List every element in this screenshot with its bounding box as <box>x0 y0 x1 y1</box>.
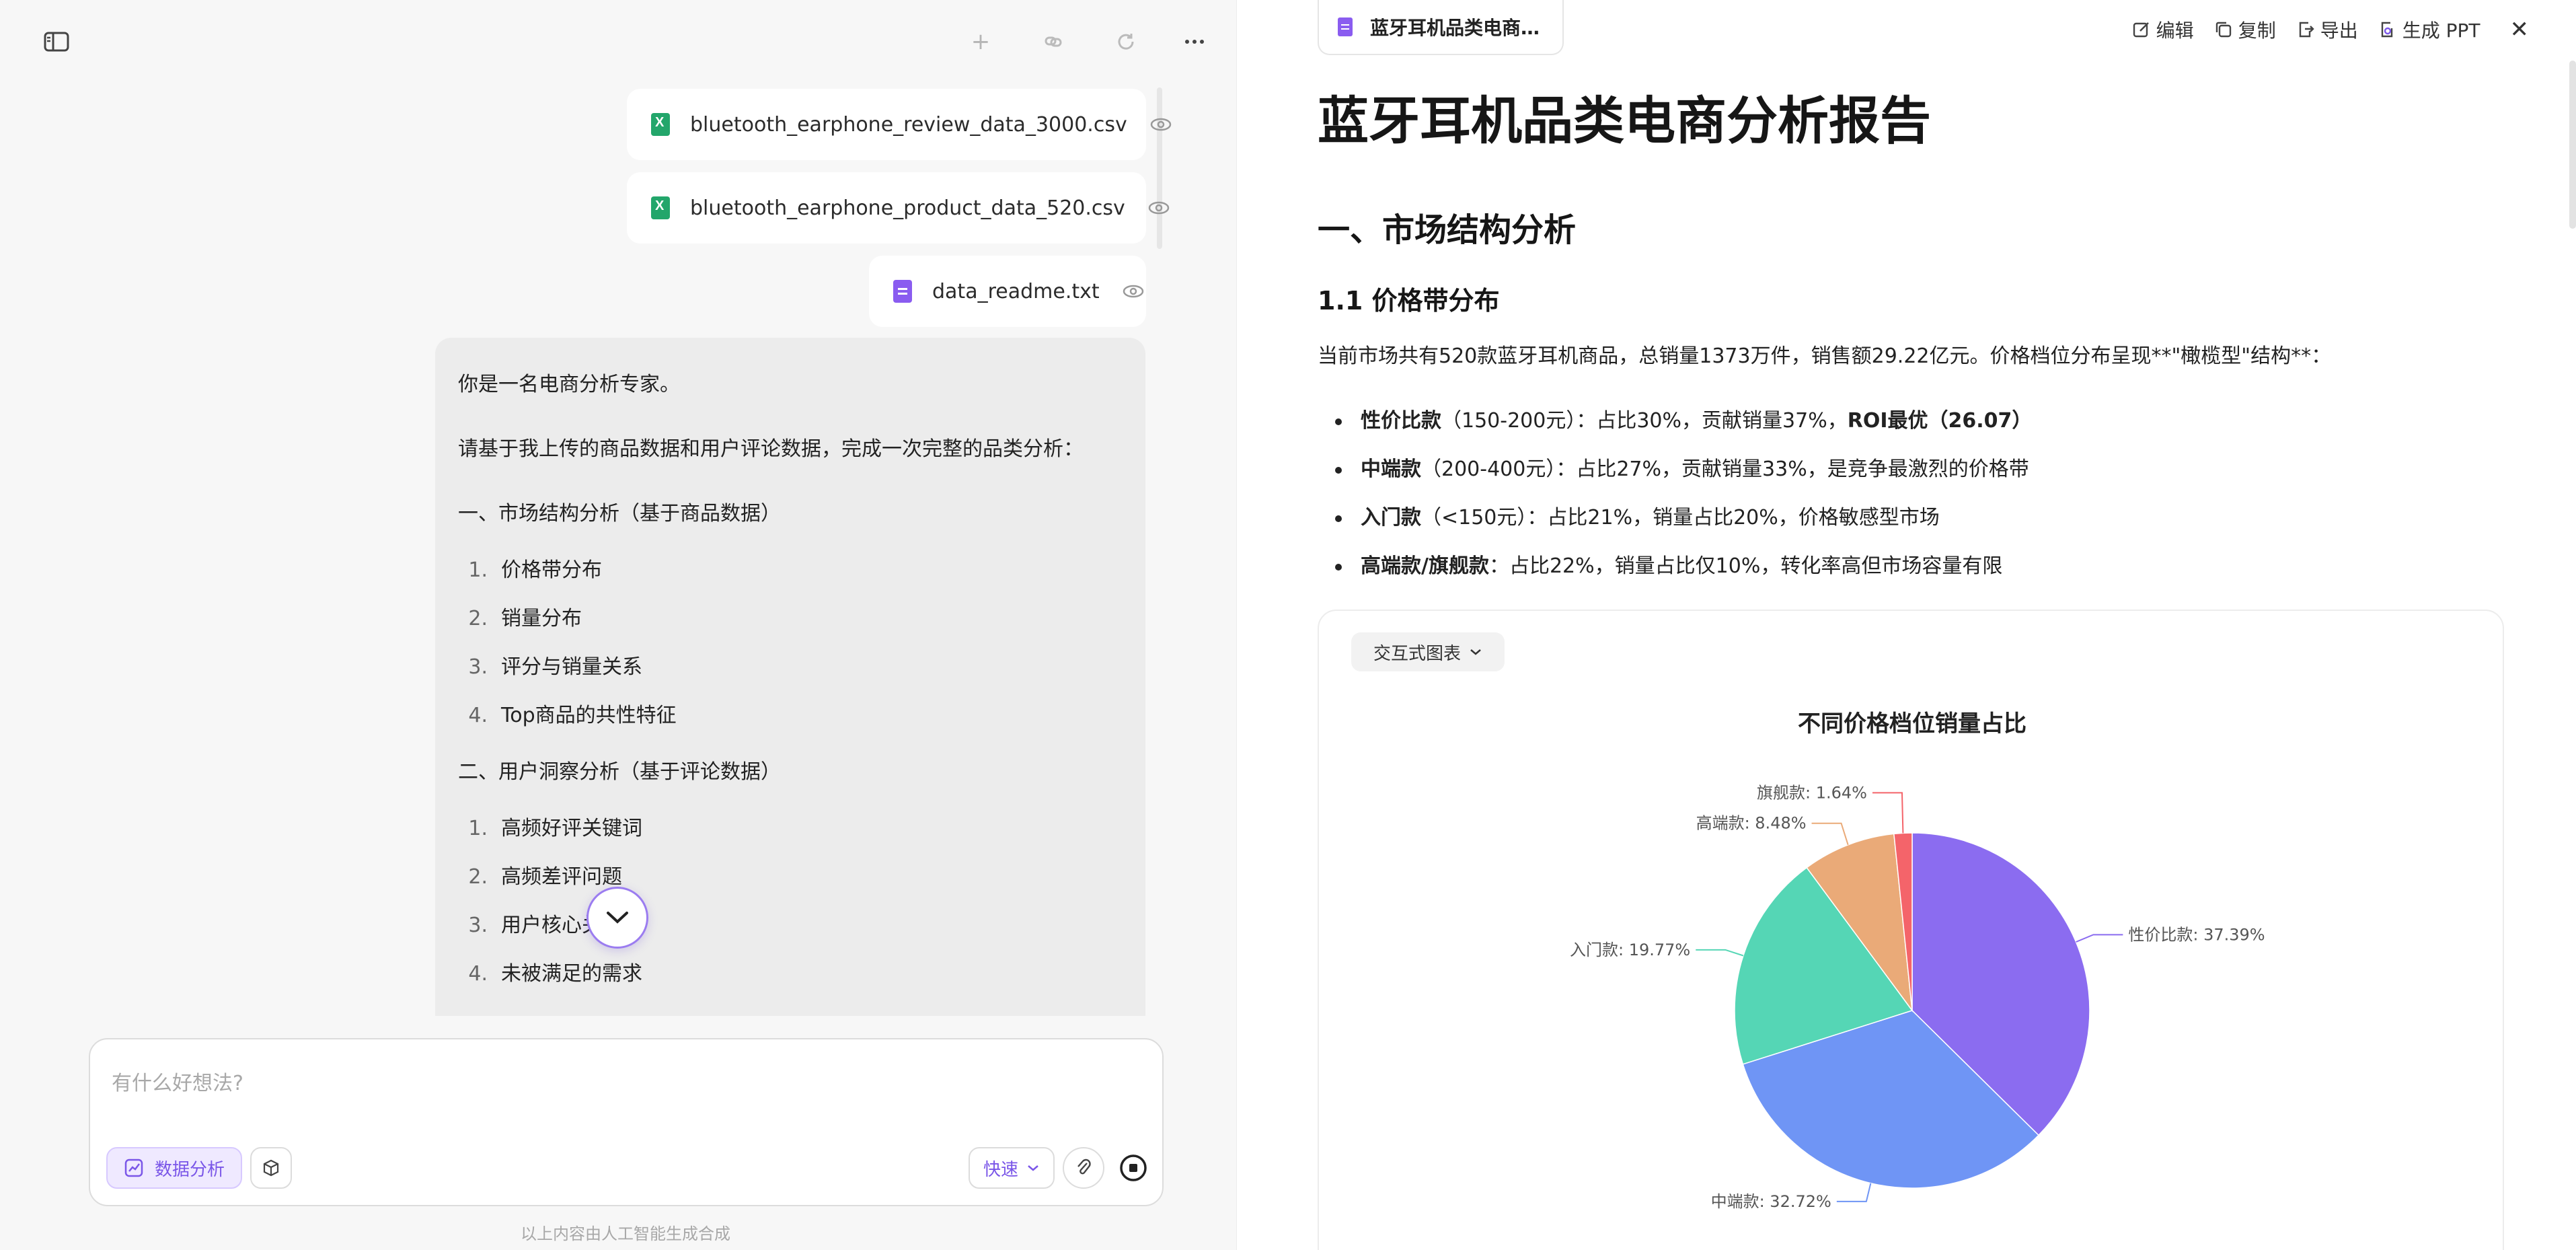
chevron-down-icon <box>1028 1165 1038 1171</box>
text-file-icon <box>893 280 912 303</box>
attach-button[interactable] <box>1063 1147 1104 1189</box>
pie-label: 性价比款: 37.39% <box>2128 925 2265 944</box>
pie-chart: 性价比款: 37.39% 中端款: 32.72% 入门款: 19.77% 高端款: 8… <box>1570 783 2265 1211</box>
pie-leader-line <box>2076 934 2123 943</box>
chat-composer[interactable]: 有什么好想法? 数据分析 快速 <box>89 1038 1164 1206</box>
document-tab[interactable]: 蓝牙耳机品类电商… <box>1318 0 1564 55</box>
preview-eye-icon[interactable] <box>1150 118 1172 131</box>
report-title: 蓝牙耳机品类电商分析报告 <box>1318 91 1931 151</box>
list-item: 1. 价格带分布 <box>468 558 602 582</box>
list-item: 2. 销量分布 <box>468 607 582 630</box>
paperclip-icon <box>1077 1159 1091 1175</box>
list-item: 高端款/旗舰款：占比22%，销量占比仅10%，转化率高但市场容量有限 <box>1318 542 2032 591</box>
edit-button[interactable]: 编辑 <box>2132 16 2194 43</box>
sidebar-toggle-icon[interactable] <box>42 27 71 57</box>
list-item: 中端款（200-400元）：占比27%，贡献销量33%，是竞争最激烈的价格带 <box>1318 445 2032 494</box>
pie-leader-line <box>1811 822 1849 846</box>
export-icon <box>2299 22 2314 38</box>
export-button[interactable]: 导出 <box>2296 16 2358 43</box>
toolbar: 编辑 复制 导出 生成 PPT ✕ <box>2132 16 2529 43</box>
list-item: 2. 高频差评问题 <box>468 865 622 889</box>
section-heading: 一、市场结构分析 <box>1318 211 1577 249</box>
list-item: 3. 评分与销量关系 <box>468 655 642 679</box>
data-analysis-button[interactable]: 数据分析 <box>106 1147 242 1189</box>
list-item: 性价比款（150-200元）：占比30%，贡献销量37%，ROI最优（26.07… <box>1318 397 2032 445</box>
stop-icon <box>1120 1154 1147 1181</box>
file-card-readme-txt[interactable]: data_readme.txt <box>869 256 1146 327</box>
generate-ppt-button[interactable]: 生成 PPT <box>2378 16 2480 43</box>
composer-input[interactable]: 有什么好想法? <box>112 1066 243 1096</box>
pie-label: 旗舰款: 1.64% <box>1757 783 1867 802</box>
pie-leader-line <box>1836 1183 1872 1202</box>
file-name: data_readme.txt <box>932 279 1100 303</box>
list-item: 4. Top商品的共性特征 <box>468 704 677 727</box>
user-message-bubble: 你是一名电商分析专家。 请基于我上传的商品数据和用户评论数据，完成一次完整的品类… <box>435 338 1145 1016</box>
message-intro: 你是一名电商分析专家。 <box>458 373 680 396</box>
link-icon[interactable] <box>1038 27 1068 57</box>
file-card-review-csv[interactable]: bluetooth_earphone_review_data_3000.csv <box>627 89 1171 160</box>
list-item: 入门款（<150元）：占比21%，销量占比20%，价格敏感型市场 <box>1318 494 2032 542</box>
ai-disclaimer: 以上内容由人工智能生成合成 <box>521 1224 730 1243</box>
list-item: 1. 高频好评关键词 <box>468 817 642 840</box>
message-request: 请基于我上传的商品数据和用户评论数据，完成一次完整的品类分析： <box>458 437 1084 461</box>
cube-tool-button[interactable] <box>250 1147 292 1189</box>
chat-panel: + bluetooth_earphone_review_data_3000.cs… <box>0 0 1236 1250</box>
chevron-down-icon <box>607 912 628 924</box>
ppt-icon <box>2381 22 2392 38</box>
document-icon <box>1338 17 1353 36</box>
edit-icon <box>2133 22 2149 38</box>
excel-file-icon <box>651 113 670 136</box>
scroll-to-bottom-button[interactable] <box>586 887 648 949</box>
list-item: 3. 用户核心关注点 <box>468 914 642 937</box>
more-icon[interactable] <box>1180 27 1209 57</box>
summary-paragraph: 当前市场共有520款蓝牙耳机商品，总销量1373万件，销售额29.22亿元。价格… <box>1318 344 2332 368</box>
pie-label: 入门款: 19.77% <box>1570 941 1690 959</box>
subsection-heading: 1.1 价格带分布 <box>1318 286 1500 316</box>
pie-label: 高端款: 8.48% <box>1696 814 1807 833</box>
excel-file-icon <box>651 196 670 219</box>
file-name: bluetooth_earphone_review_data_3000.csv <box>690 112 1127 137</box>
cube-icon <box>263 1159 279 1177</box>
chart-icon <box>124 1159 143 1177</box>
refresh-icon[interactable] <box>1111 27 1141 57</box>
scrollbar[interactable] <box>1157 87 1162 249</box>
pie-label: 中端款: 32.72% <box>1711 1192 1831 1211</box>
pie-leader-line <box>1872 792 1904 834</box>
section1-title: 一、市场结构分析（基于商品数据） <box>458 502 781 525</box>
preview-eye-icon[interactable] <box>1148 201 1170 215</box>
file-card-product-csv[interactable]: bluetooth_earphone_product_data_520.csv <box>627 172 1170 244</box>
file-name: bluetooth_earphone_product_data_520.csv <box>690 196 1125 220</box>
copy-icon <box>2215 22 2231 38</box>
preview-eye-icon[interactable] <box>1123 285 1144 298</box>
stop-button[interactable] <box>1112 1147 1154 1189</box>
new-chat-icon[interactable]: + <box>966 27 995 57</box>
chart-card: 交互式图表 不同价格档位销量占比 性价比款: 37.39% 中端款: 32.72%… <box>1318 610 2504 1250</box>
close-icon[interactable]: ✕ <box>2510 16 2530 43</box>
copy-button[interactable]: 复制 <box>2214 16 2276 43</box>
scrollbar[interactable] <box>2569 61 2576 229</box>
pie-leader-line <box>1696 949 1744 957</box>
list-item: 4. 未被满足的需求 <box>468 962 642 986</box>
bullet-list: 性价比款（150-200元）：占比30%，贡献销量37%，ROI最优（26.07… <box>1318 397 2032 591</box>
speed-mode-dropdown[interactable]: 快速 <box>969 1147 1055 1189</box>
report-panel: 蓝牙耳机品类电商… 编辑 复制 导出 生成 PPT ✕ 蓝牙耳机品类电商分析报告… <box>1236 0 2576 1250</box>
section2-title: 二、用户洞察分析（基于评论数据） <box>458 760 781 784</box>
